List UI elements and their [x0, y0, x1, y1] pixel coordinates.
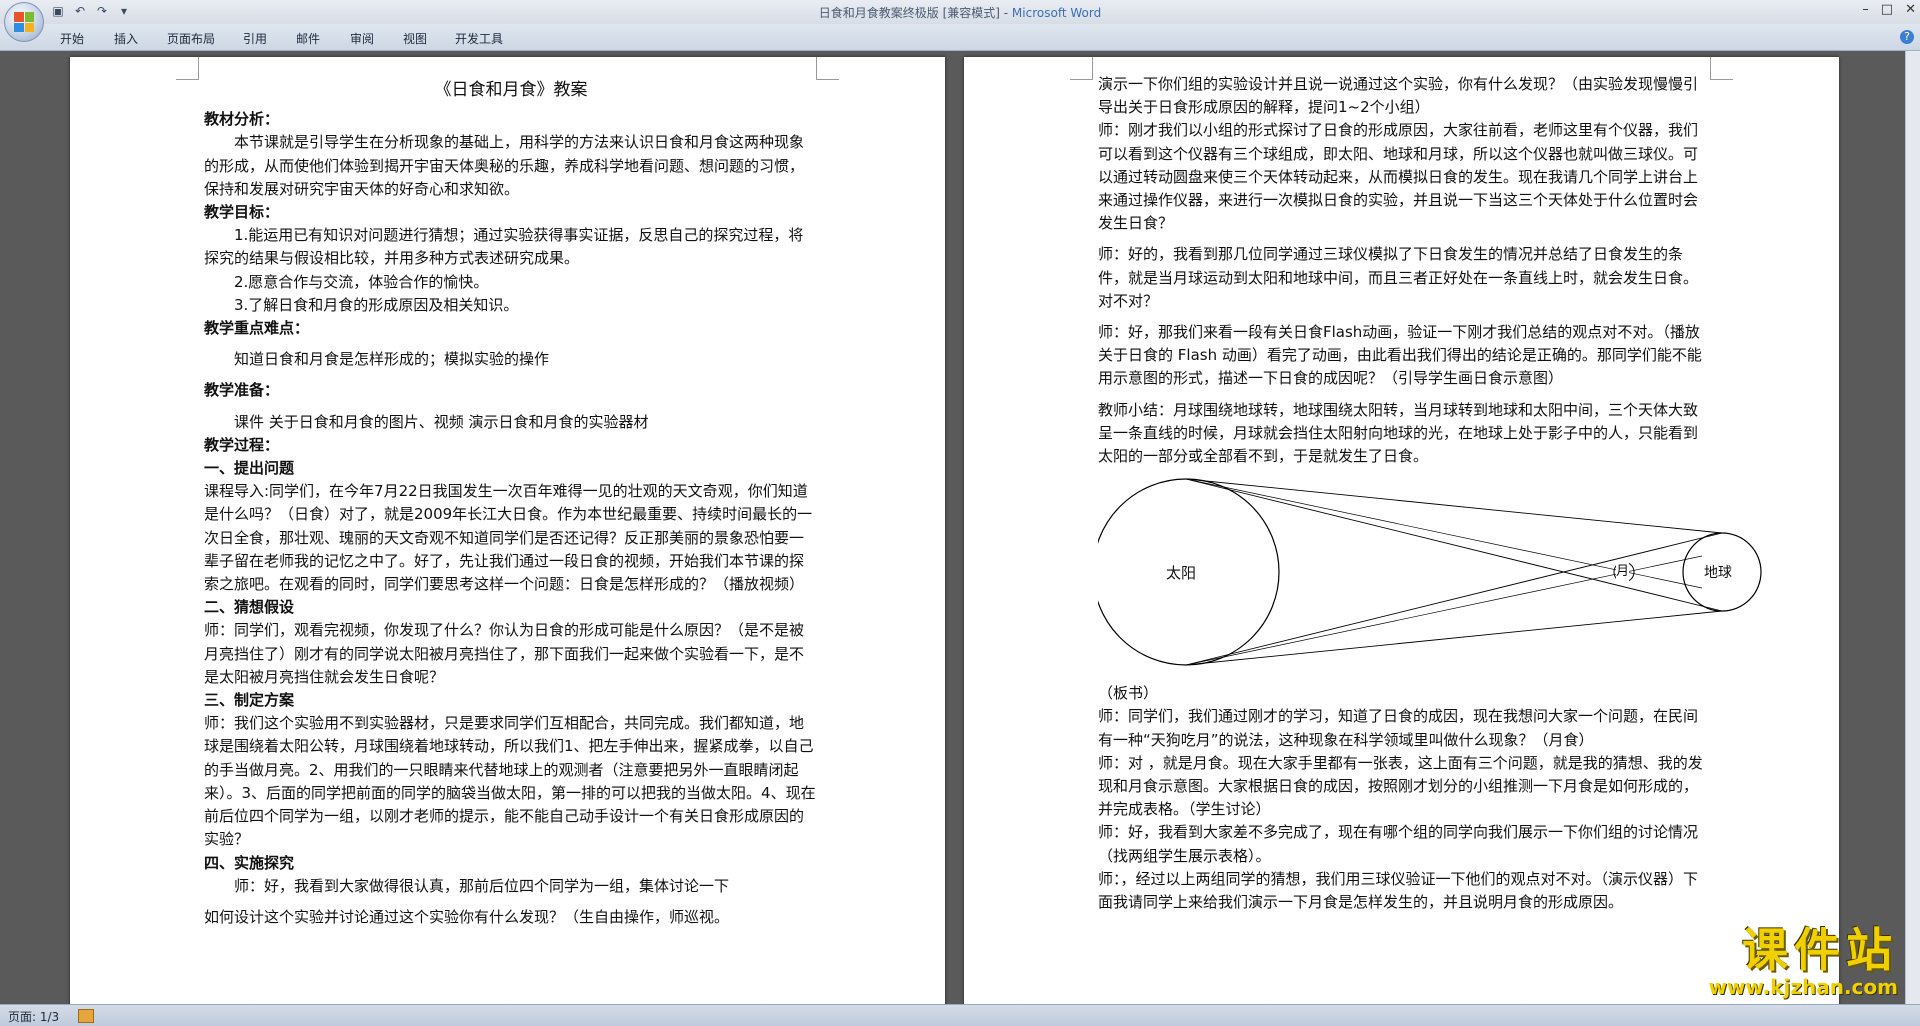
page-1-text[interactable]: 《日食和月食》教案 教材分析： 本节课就是引导学生在分析现象的基础上，用科学的方法… [204, 77, 818, 929]
paragraph: 师：我们这个实验用不到实验器材，只是要求同学们互相配合，共同完成。我们都知道，地… [204, 714, 816, 849]
paragraph: 本节课就是引导学生在分析现象的基础上，用科学的方法来认识日食和月食这两种现象的形… [204, 133, 805, 198]
section-heading: 教学重点难点： [204, 319, 310, 338]
page-indicator[interactable]: 页面: 1/3 [8, 1008, 59, 1025]
tab-view[interactable]: 视图 [403, 30, 427, 47]
section-heading: 三、制定方案 [204, 691, 295, 710]
paragraph: 3.了解日食和月食的形成原因及相关知识。 [234, 295, 519, 314]
paragraph: 课程导入:同学们，在今年7月22日我国发生一次百年难得一见的壮观的天文奇观，你们… [204, 482, 813, 594]
close-icon[interactable]: ✕ [1905, 2, 1916, 17]
document-title: 日食和月食教案终极版 [兼容模式] - [818, 6, 1012, 20]
sun-label: 太阳 [1166, 562, 1197, 586]
app-name: Microsoft Word [1011, 6, 1102, 20]
vertical-scrollbar[interactable] [1905, 51, 1920, 1004]
paragraph: 演示一下你们组的实验设计并且说一说通过这个实验，你有什么发现？（由实验发现慢慢引… [1098, 75, 1699, 117]
maximize-icon[interactable]: □ [1881, 2, 1893, 17]
page-corner-mark [1070, 57, 1093, 80]
paragraph: （板书） [1098, 684, 1159, 703]
tab-developer[interactable]: 开发工具 [455, 30, 503, 47]
tab-review[interactable]: 审阅 [350, 30, 374, 47]
paragraph: 课件 关于日食和月食的图片、视频 演示日食和月食的实验器材 [234, 412, 649, 431]
watermark-title: 课件站 [1742, 923, 1898, 977]
paragraph: 师：好的，我看到那几位同学通过三球仪模拟了下日食发生的情况并总结了日食发生的条件… [1098, 245, 1699, 310]
paragraph: 1.能运用已有知识对问题进行猜想；通过实验获得事实证据，反思自己的探究过程，将探… [204, 226, 804, 268]
tab-references[interactable]: 引用 [243, 30, 267, 47]
paragraph: 师：同学们，观看完视频，你发现了什么？你认为日食的形成可能是什么原因？（是不是被… [204, 621, 805, 686]
minimize-icon[interactable]: – [1862, 2, 1869, 17]
tab-page-layout[interactable]: 页面布局 [167, 30, 215, 47]
proofing-icon[interactable] [78, 1009, 94, 1023]
ray-line [1185, 532, 1723, 666]
page-2-text[interactable]: 演示一下你们组的实验设计并且说一说通过这个实验，你有什么发现？（由实验发现慢慢引… [1098, 73, 1762, 914]
paragraph: 师：好，我看到大家差不多完成了，现在有哪个组的同学向我们展示一下你们组的讨论情况… [1098, 823, 1699, 865]
page-2-paragraphs-bottom: （板书） 师：同学们，我们通过刚才的学习，知道了日食的成因，现在我想问大家一个问题… [1098, 682, 1712, 914]
page-2-paragraphs-top: 演示一下你们组的实验设计并且说一说通过这个实验，你有什么发现？（由实验发现慢慢引… [1098, 73, 1712, 468]
page-1-paragraphs: 教材分析： 本节课就是引导学生在分析现象的基础上，用科学的方法来认识日食和月食这两… [204, 108, 818, 929]
watermark-url: www.kjzhan.com [1708, 975, 1898, 999]
watermark-logo: 课件站 www.kjzhan.com [1708, 925, 1898, 999]
document-page-2: 演示一下你们组的实验设计并且说一说通过这个实验，你有什么发现？（由实验发现慢慢引… [964, 57, 1839, 1004]
title-bar: ▣ ↶ ↷ ▾ 日食和月食教案终极版 [兼容模式] - Microsoft Wo… [0, 0, 1920, 25]
section-heading: 四、实施探究 [204, 853, 295, 872]
section-heading: 二、猜想假设 [204, 598, 295, 617]
paragraph: 师：对 ，就是月食。现在大家手里都有一张表，这上面有三个问题，就是我的猜想、我的… [1098, 753, 1703, 819]
paragraph: 知道日食和月食是怎样形成的；模拟实验的操作 [234, 350, 550, 369]
window-controls: – □ ✕ [1862, 2, 1916, 17]
ray-line [1185, 478, 1723, 612]
section-heading: 教学目标： [204, 203, 280, 222]
ribbon-tabs: 开始 插入 页面布局 引用 邮件 审阅 视图 开发工具 ? [0, 24, 1920, 51]
paragraph: 2.愿意合作与交流，体验合作的愉快。 [234, 272, 489, 291]
paragraph: 师：，经过以上两组同学的猜想，我们用三球仪验证一下他们的观点对不对。（演示仪器）… [1098, 869, 1699, 912]
page-corner-mark [1710, 57, 1733, 80]
help-icon[interactable]: ? [1900, 30, 1914, 44]
section-heading: 教材分析： [204, 110, 280, 129]
document-workspace: 《日食和月食》教案 教材分析： 本节课就是引导学生在分析现象的基础上，用科学的方法… [0, 51, 1920, 1004]
section-heading: 教学准备： [204, 381, 280, 400]
paragraph: 师：刚才我们以小组的形式探讨了日食的形成原因，大家往前看，老师这里有个仪器，我们… [1098, 121, 1699, 233]
section-heading: 一、提出问题 [204, 459, 295, 478]
status-bar: 页面: 1/3 [0, 1004, 1920, 1026]
paragraph: 教师小结：月球围绕地球转，地球围绕太阳转，当月球转到地球和太阳中间，三个天体大致… [1098, 400, 1699, 466]
paragraph: 师：同学们，我们通过刚才的学习，知道了日食的成因，现在我想问大家一个问题，在民间… [1098, 707, 1699, 749]
tab-insert[interactable]: 插入 [114, 30, 138, 47]
window-title: 日食和月食教案终极版 [兼容模式] - Microsoft Word [0, 4, 1920, 21]
solar-eclipse-diagram: 太阳 月 地球 [1098, 478, 1778, 678]
section-heading: 教学过程： [204, 435, 280, 454]
office-logo-icon [14, 12, 34, 32]
eclipse-svg [1098, 478, 1762, 666]
paragraph: 师：好，我看到大家做得很认真，那前后位四个同学为一组，集体讨论一下 [234, 876, 730, 895]
document-heading: 《日食和月食》教案 [434, 80, 588, 100]
document-page-1: 《日食和月食》教案 教材分析： 本节课就是引导学生在分析现象的基础上，用科学的方法… [70, 57, 945, 1004]
page-corner-mark [816, 57, 839, 80]
moon-label: 月 [1616, 560, 1630, 584]
paragraph: 如何设计这个实验并讨论通过这个实验你有什么发现？（生自由操作，师巡视。 [204, 907, 730, 926]
paragraph: 师：好，那我们来看一段有关日食Flash动画，验证一下刚才我们总结的观点对不对。… [1098, 323, 1702, 388]
tab-home[interactable]: 开始 [60, 30, 84, 47]
page-corner-mark [176, 57, 199, 80]
earth-label: 地球 [1704, 562, 1732, 586]
tab-mailings[interactable]: 邮件 [296, 30, 320, 47]
office-button[interactable] [4, 2, 44, 42]
